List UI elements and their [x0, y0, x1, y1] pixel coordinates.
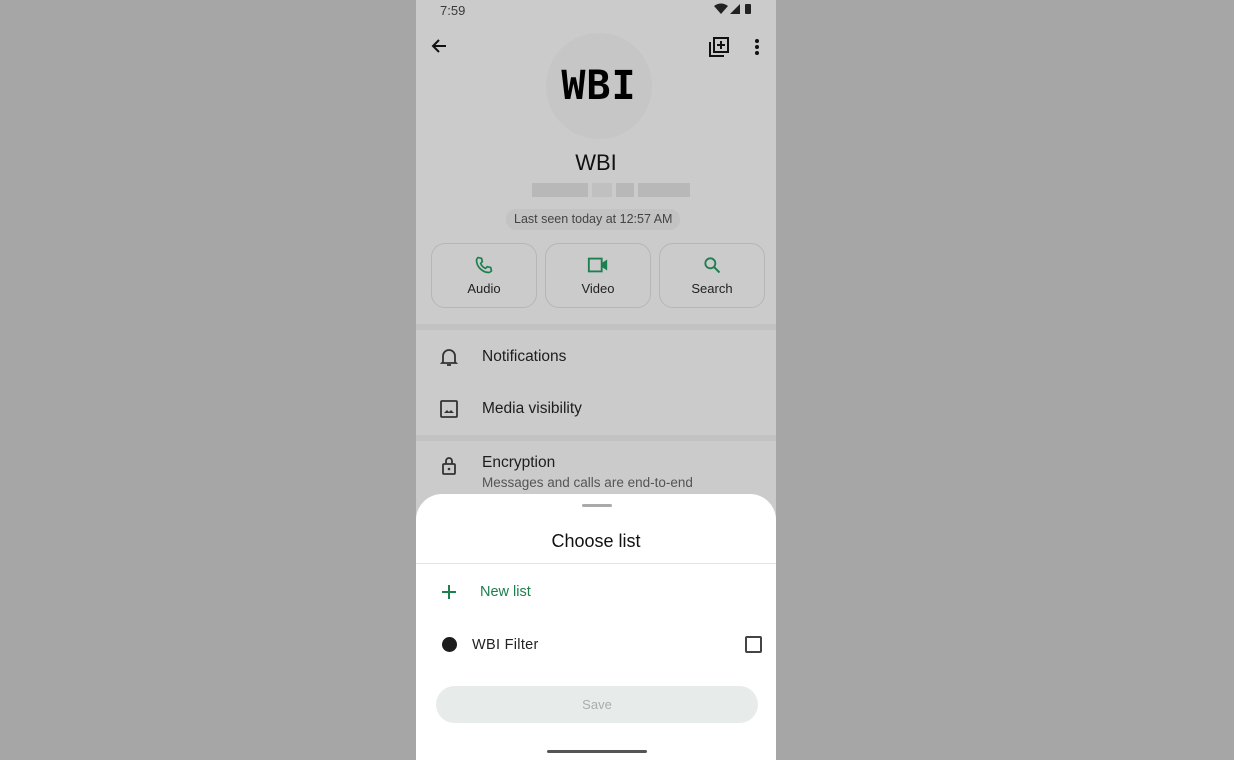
- last-seen-badge: Last seen today at 12:57 AM: [506, 209, 681, 230]
- new-list-label: New list: [480, 584, 531, 600]
- search-icon: [704, 257, 721, 274]
- section-divider: [416, 435, 776, 441]
- status-icons: [714, 3, 754, 18]
- status-time: 7:59: [440, 3, 466, 18]
- drag-handle[interactable]: [582, 504, 612, 507]
- lock-icon: [442, 457, 456, 475]
- phone-screen: 7:59 WBI WBI Last seen today at 12:57 AM…: [416, 0, 776, 760]
- more-vertical-icon: [755, 39, 759, 55]
- list-item-label: WBI Filter: [472, 636, 539, 653]
- search-button[interactable]: Search: [659, 243, 765, 308]
- notifications-row[interactable]: Notifications: [416, 332, 776, 382]
- image-icon: [440, 400, 458, 418]
- signal-icon: [730, 4, 740, 14]
- sheet-title: Choose list: [551, 531, 641, 551]
- library-add-icon: [709, 37, 729, 57]
- video-icon: [587, 257, 608, 273]
- notifications-label: Notifications: [482, 348, 567, 365]
- save-button[interactable]: Save: [436, 686, 758, 723]
- battery-icon: [745, 4, 751, 14]
- divider: [416, 563, 776, 564]
- more-options-button[interactable]: [754, 39, 760, 60]
- list-item[interactable]: WBI Filter: [442, 636, 762, 653]
- back-button[interactable]: [430, 37, 448, 60]
- arrow-left-icon: [431, 39, 446, 53]
- media-visibility-row[interactable]: Media visibility: [416, 384, 776, 434]
- video-label: Video: [581, 281, 615, 296]
- list-checkbox[interactable]: [745, 636, 762, 653]
- avatar[interactable]: WBI: [546, 33, 652, 139]
- phone-icon: [475, 256, 493, 274]
- contact-name: WBI: [575, 150, 617, 175]
- list-color-dot: [442, 637, 457, 652]
- bell-icon: [440, 349, 458, 366]
- choose-list-sheet: Choose list New list WBI Filter Save: [416, 494, 776, 760]
- avatar-logo: WBI: [561, 63, 637, 109]
- audio-label: Audio: [467, 281, 501, 296]
- wifi-icon: [714, 3, 728, 14]
- save-label: Save: [582, 697, 612, 712]
- video-call-button[interactable]: Video: [545, 243, 651, 308]
- encryption-description: Messages and calls are end-to-end: [482, 475, 693, 490]
- plus-icon: [442, 585, 456, 599]
- section-divider: [416, 324, 776, 330]
- search-label: Search: [691, 281, 733, 296]
- encryption-row[interactable]: Encryption Messages and calls are end-to-…: [416, 454, 776, 490]
- encryption-label: Encryption: [482, 454, 556, 471]
- media-visibility-label: Media visibility: [482, 400, 582, 417]
- add-to-list-button[interactable]: [709, 37, 729, 62]
- new-list-button[interactable]: New list: [442, 584, 531, 600]
- audio-call-button[interactable]: Audio: [431, 243, 537, 308]
- gesture-nav-bar: [547, 750, 647, 753]
- action-buttons: Audio Video Search: [431, 243, 765, 308]
- phone-number-redacted: [532, 183, 690, 197]
